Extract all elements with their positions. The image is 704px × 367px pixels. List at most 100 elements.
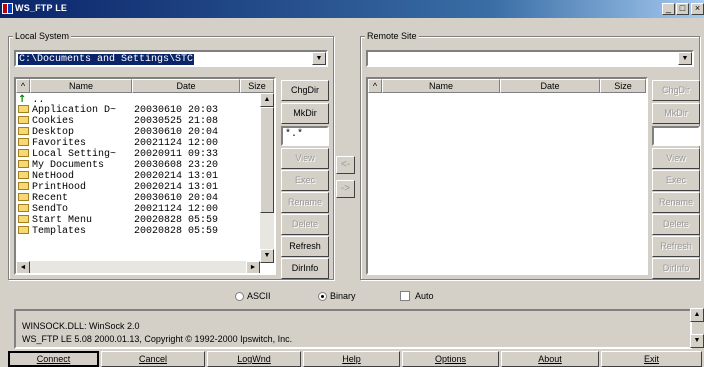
chevron-down-icon[interactable]: ▼	[312, 52, 326, 65]
local-file-row[interactable]: Start Menu 20020828 05:59	[18, 215, 218, 226]
local-file-row[interactable]: Desktop 20030610 20:04	[18, 127, 218, 138]
file-date: 20020911 09:33	[134, 149, 219, 160]
local-exec-button[interactable]: Exec	[281, 170, 329, 191]
remote-delete-button[interactable]: Delete	[652, 214, 700, 235]
scroll-left-icon[interactable]: ◄	[16, 261, 30, 273]
file-name: Recent	[32, 193, 69, 204]
local-path-combo[interactable]: C:\Documents and Settings\STC ▼	[14, 50, 328, 67]
local-view-button[interactable]: View	[281, 148, 329, 169]
local-rename-button[interactable]: Rename	[281, 192, 329, 213]
folder-icon	[18, 127, 29, 135]
cancel-button[interactable]: Cancel	[101, 351, 205, 367]
upload-arrow-button[interactable]: ->	[336, 180, 355, 198]
local-dirinfo-button[interactable]: DirInfo	[281, 258, 329, 279]
local-delete-button[interactable]: Delete	[281, 214, 329, 235]
remote-col-size[interactable]: Size	[600, 79, 646, 93]
auto-checkbox[interactable]	[400, 291, 410, 301]
local-col-date[interactable]: Date	[132, 79, 240, 93]
local-chgdir-button[interactable]: ChgDir	[281, 80, 329, 101]
scroll-down-icon[interactable]: ▼	[260, 249, 274, 263]
local-file-row[interactable]: NetHood 20020214 13:01	[18, 171, 218, 182]
status-log[interactable]: WINSOCK.DLL: WinSock 2.0 WS_FTP LE 5.08 …	[14, 309, 692, 349]
download-arrow-button[interactable]: <-	[336, 156, 355, 174]
ws-ftp-window: WS_FTP LE _ □ × Local System C:\Document…	[0, 0, 704, 367]
local-col-name[interactable]: Name	[30, 79, 132, 93]
connect-button[interactable]: Connect	[8, 351, 99, 367]
file-name: NetHood	[32, 171, 75, 182]
remote-dirinfo-button[interactable]: DirInfo	[652, 258, 700, 279]
folder-icon	[18, 105, 29, 113]
scroll-right-icon[interactable]: ►	[246, 261, 260, 273]
remote-col-date[interactable]: Date	[500, 79, 600, 93]
local-file-row[interactable]: Templates 20020828 05:59	[18, 226, 218, 237]
remote-rename-button[interactable]: Rename	[652, 192, 700, 213]
remote-col-name[interactable]: Name	[382, 79, 500, 93]
folder-icon	[18, 160, 29, 168]
remote-mkdir-button[interactable]: MkDir	[652, 103, 700, 124]
folder-icon	[18, 138, 29, 146]
minimize-button[interactable]: _	[662, 3, 675, 15]
logwnd-button[interactable]: LogWnd	[207, 351, 301, 367]
local-file-list[interactable]: ^ Name Date Size ↑ .. Application D~ 2003…	[14, 77, 276, 275]
remote-exec-button[interactable]: Exec	[652, 170, 700, 191]
file-date: 20020828 05:59	[134, 226, 219, 237]
file-name: Cookies	[32, 116, 75, 127]
local-filemask-input[interactable]: *.*	[281, 126, 329, 146]
folder-icon	[18, 149, 29, 157]
remote-refresh-button[interactable]: Refresh	[652, 236, 700, 257]
local-file-row[interactable]: PrintHood 20020214 13:01	[18, 182, 218, 193]
file-name: PrintHood	[32, 182, 87, 193]
scroll-up-icon[interactable]: ▲	[260, 93, 274, 107]
chevron-down-icon[interactable]: ▼	[678, 52, 692, 65]
file-date: 20020214 13:01	[134, 171, 219, 182]
ascii-label: ASCII	[247, 291, 271, 301]
remote-chgdir-button[interactable]: ChgDir	[652, 80, 700, 101]
folder-icon	[18, 116, 29, 124]
log-line-2: WS_FTP LE 5.08 2000.01.13, Copyright © 1…	[22, 334, 293, 344]
local-file-row[interactable]: SendTo 20021124 12:00	[18, 204, 218, 215]
local-col-size[interactable]: Size	[240, 79, 274, 93]
about-button[interactable]: About	[501, 351, 599, 367]
local-scroll-thumb[interactable]	[260, 107, 274, 213]
maximize-button[interactable]: □	[676, 3, 689, 15]
auto-label: Auto	[415, 291, 434, 301]
help-button[interactable]: Help	[303, 351, 400, 367]
log-scroll-down-icon[interactable]: ▼	[690, 334, 704, 348]
remote-filemask-input[interactable]	[652, 126, 700, 146]
binary-radio[interactable]	[318, 292, 327, 301]
local-vertical-scrollbar[interactable]: ▲ ▼	[260, 93, 274, 263]
local-horizontal-scrollbar[interactable]: ◄ ►	[16, 261, 260, 273]
local-file-row[interactable]: My Documents 20030608 23:20	[18, 160, 218, 171]
file-date: 20030610 20:04	[134, 193, 219, 204]
ascii-radio[interactable]	[235, 292, 244, 301]
remote-path-combo[interactable]: ▼	[366, 50, 694, 67]
file-name: Local Setting~	[32, 149, 117, 160]
file-date: 20030608 23:20	[134, 160, 219, 171]
local-mkdir-button[interactable]: MkDir	[281, 103, 329, 124]
remote-view-button[interactable]: View	[652, 148, 700, 169]
exit-button[interactable]: Exit	[601, 351, 702, 367]
local-file-row[interactable]: Application D~ 20030610 20:03	[18, 105, 218, 116]
local-col-sort[interactable]: ^	[16, 79, 30, 93]
options-button[interactable]: Options	[402, 351, 499, 367]
log-scroll-up-icon[interactable]: ▲	[690, 308, 704, 322]
local-path-text: C:\Documents and Settings\STC	[18, 54, 195, 65]
local-parent-row[interactable]: ↑ ..	[18, 94, 44, 106]
local-file-row[interactable]: Local Setting~ 20020911 09:33	[18, 149, 218, 160]
title-bar[interactable]: WS_FTP LE _ □ ×	[0, 0, 704, 18]
local-refresh-button[interactable]: Refresh	[281, 236, 329, 257]
local-system-label: Local System	[13, 31, 72, 41]
folder-icon	[18, 182, 29, 190]
remote-col-sort[interactable]: ^	[368, 79, 382, 93]
file-name: Start Menu	[32, 215, 93, 226]
file-date: 20020828 05:59	[134, 215, 219, 226]
local-file-row[interactable]: Favorites 20021124 12:00	[18, 138, 218, 149]
binary-label: Binary	[330, 291, 356, 301]
file-date: 20030610 20:03	[134, 105, 219, 116]
folder-icon	[18, 204, 29, 212]
file-date: 20030525 21:08	[134, 116, 219, 127]
local-file-row[interactable]: Recent 20030610 20:04	[18, 193, 218, 204]
close-button[interactable]: ×	[691, 3, 704, 15]
local-file-row[interactable]: Cookies 20030525 21:08	[18, 116, 218, 127]
remote-file-list[interactable]: ^ Name Date Size	[366, 77, 648, 275]
